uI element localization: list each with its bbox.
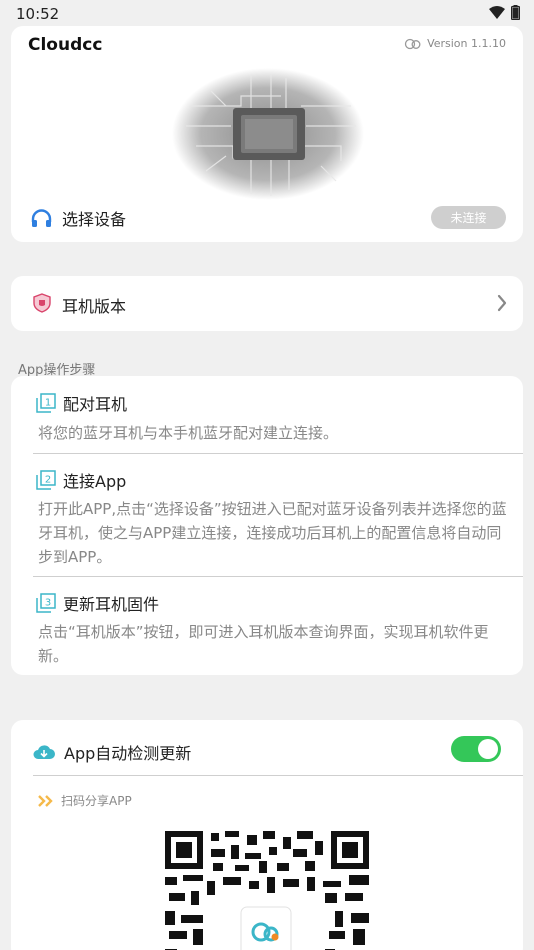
svg-text:1: 1 — [45, 398, 51, 409]
step-2-header: 2 连接App — [36, 468, 126, 492]
headset-version-button[interactable]: 耳机版本 — [11, 276, 523, 331]
svg-text:2: 2 — [45, 475, 51, 486]
shield-icon — [33, 293, 51, 313]
qr-code-image — [165, 831, 369, 950]
status-icons — [489, 5, 520, 20]
circuit-board-image — [172, 68, 364, 200]
chevron-right-icon — [497, 294, 507, 312]
step-divider — [33, 453, 523, 454]
step-1-description: 将您的蓝牙耳机与本手机蓝牙配对建立连接。 — [38, 424, 339, 442]
step-3-header: 3 更新耳机固件 — [36, 591, 159, 615]
step-2-icon: 2 — [36, 470, 56, 490]
headset-version-label: 耳机版本 — [62, 297, 127, 316]
step-divider — [33, 576, 523, 577]
cloud-download-icon — [33, 745, 55, 759]
toggle-knob — [478, 739, 498, 759]
status-time: 10:52 — [16, 5, 60, 23]
step-1-header: 1 配对耳机 — [36, 391, 127, 415]
headphones-icon — [31, 208, 52, 227]
auto-update-row: App自动检测更新 — [33, 740, 191, 764]
step-3-icon: 3 — [36, 593, 56, 613]
share-app-row: 扫码分享APP — [38, 792, 132, 809]
step-2-description: 打开此APP,点击“选择设备”按钮进入已配对蓝牙设备列表并选择您的蓝牙耳机，使之… — [38, 500, 507, 566]
steps-card: 1 配对耳机 将您的蓝牙耳机与本手机蓝牙配对建立连接。 2 连接App 打开此A… — [11, 376, 523, 675]
update-card: App自动检测更新 扫码分享APP — [11, 720, 523, 950]
select-device-label: 选择设备 — [62, 210, 127, 229]
step-1-icon: 1 — [36, 393, 56, 413]
step-3-description: 点击“耳机版本”按钮，即可进入耳机版本查询界面，实现耳机软件更新。 — [38, 623, 489, 665]
status-bar: 10:52 — [0, 0, 534, 28]
battery-icon — [511, 5, 520, 20]
step-2-title: 连接App — [63, 472, 127, 491]
share-app-label: 扫码分享APP — [61, 794, 132, 808]
version-label: Version 1.1.10 — [427, 37, 506, 50]
app-name: Cloudcc — [28, 35, 103, 55]
step-1-title: 配对耳机 — [63, 395, 128, 414]
auto-update-label: App自动检测更新 — [64, 744, 192, 763]
update-divider — [33, 775, 523, 776]
connection-status-badge: 未连接 — [431, 206, 506, 229]
cloud-logo-icon — [404, 38, 421, 49]
double-chevron-icon — [38, 794, 53, 807]
svg-text:3: 3 — [45, 598, 51, 609]
wifi-icon — [489, 5, 505, 19]
step-3-title: 更新耳机固件 — [63, 595, 160, 614]
auto-update-toggle[interactable] — [451, 736, 501, 762]
device-card: Cloudcc Version 1.1.10 选择设备 未连接 — [11, 26, 523, 242]
version-info: Version 1.1.10 — [404, 37, 506, 50]
select-device-button[interactable]: 选择设备 — [31, 206, 126, 230]
